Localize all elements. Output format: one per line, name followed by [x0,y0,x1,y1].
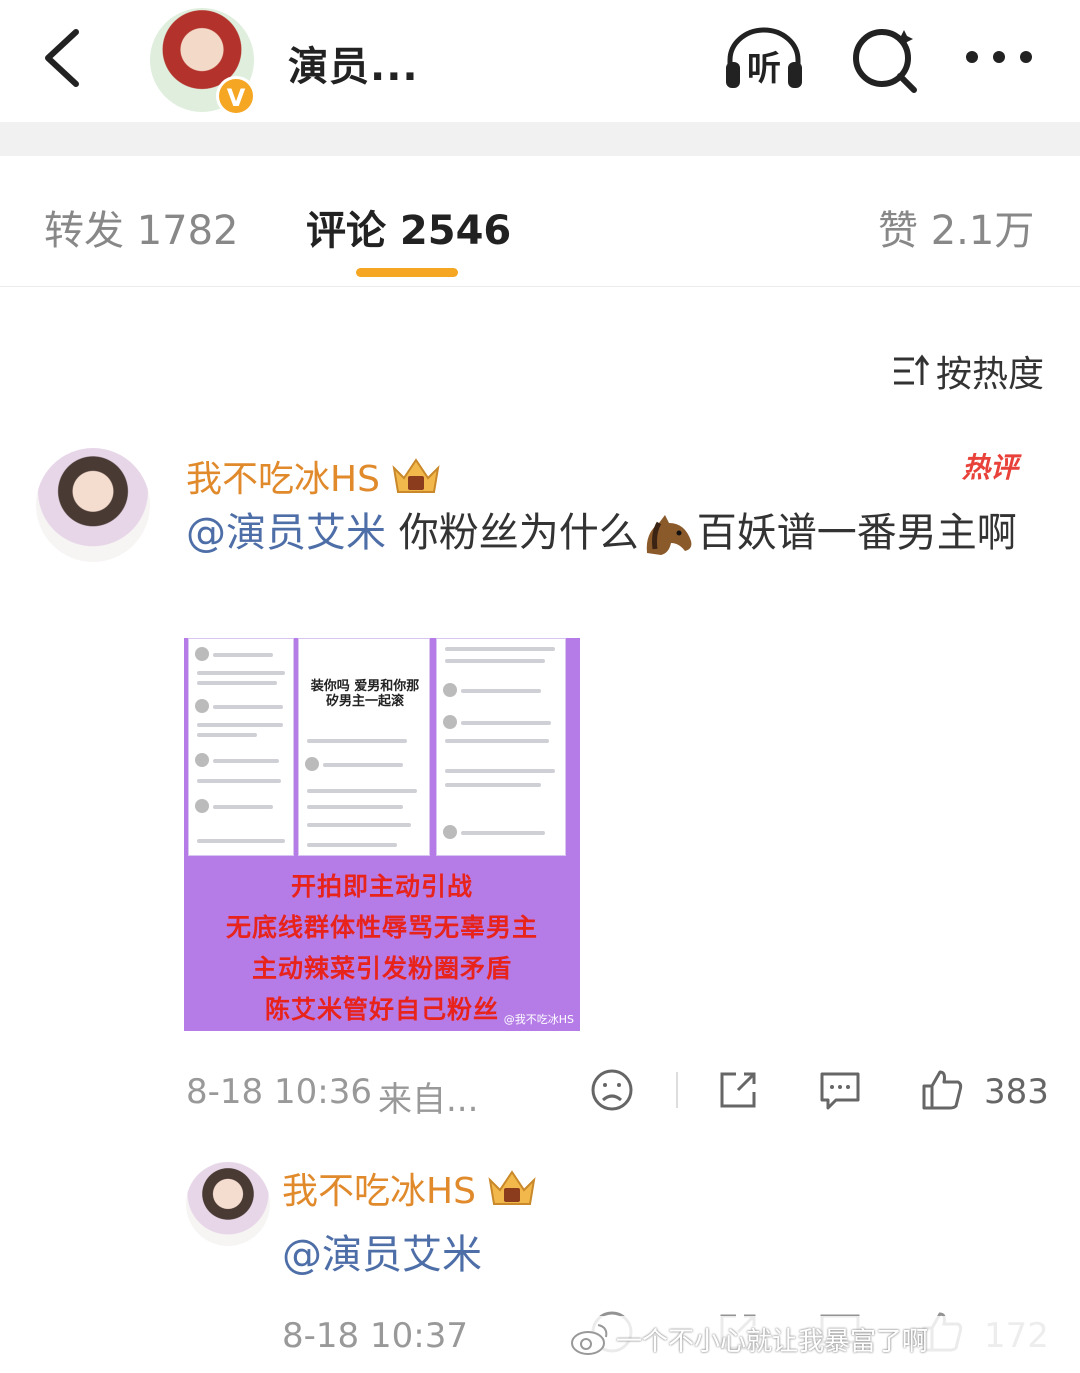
tab-likes[interactable]: 赞 2.1万 [878,198,1034,256]
screenshot-thumb-middle: 装你吗 爱男和你那 矽男主一起滚 [298,638,430,856]
dislike-icon[interactable] [590,1068,634,1112]
reply-username: 我不吃冰HS [282,1171,476,1212]
action-divider [676,1072,678,1108]
comment-icon[interactable] [818,1068,862,1112]
screenshot-thumb-left [188,638,294,856]
image-caption-line: 无底线群体性辱骂无辜男主 [225,913,538,942]
watermark-text: 一个不小心就让我暴富了啊 [616,1326,929,1357]
verified-badge-icon: V [216,76,256,116]
tab-comments[interactable]: 评论 2546 [306,198,511,256]
image-watermark: @我不吃冰HS [503,1013,574,1026]
image-caption: 开拍即主动引战 无底线群体性辱骂无辜男主 主动辣菜引发粉圈矛盾 陈艾米管好自己粉… [184,866,580,1030]
like-icon[interactable] [920,1068,964,1112]
like-count: 383 [984,1072,1049,1112]
search-icon[interactable] [850,24,920,94]
headphones-icon: 听 [726,27,802,89]
share-icon[interactable] [716,1068,760,1112]
weibo-logo-icon [571,1324,608,1355]
section-separator [0,122,1080,156]
active-tab-indicator [356,268,458,277]
tab-reposts[interactable]: 转发 1782 [44,198,239,256]
image-caption-line: 开拍即主动引战 [290,872,473,901]
sort-label: 按热度 [936,354,1045,395]
comment-text-part2: 百妖谱一番男主啊 [696,510,1017,556]
commenter-username: 我不吃冰HS [186,459,380,500]
commenter-name[interactable]: 我不吃冰HS [186,450,442,502]
crown-badge-icon [488,1170,536,1205]
reply-avatar[interactable] [186,1162,270,1246]
image-caption-line: 主动辣菜引发粉圈矛盾 [251,954,512,983]
comment-source: 来自... [378,1080,479,1120]
horse-emoji-icon [646,515,692,555]
more-options-icon[interactable] [962,42,1036,72]
tabs-divider [0,286,1080,287]
sort-icon [894,354,930,385]
comment-image[interactable]: 装你吗 爱男和你那 矽男主一起滚 开拍即主动引战 无底线群体性辱骂无辜男主 主动… [184,638,580,1031]
page-title: 演员... [288,44,419,90]
weibo-watermark: 一个不小心就让我暴富了啊 [570,1316,1076,1362]
sort-button[interactable]: 按热度 [892,345,1044,397]
comment-text-part1: 你粉丝为什么 [386,510,639,556]
mention-link[interactable]: @演员艾米 [186,510,386,556]
crown-badge-icon [392,458,440,493]
reply-name[interactable]: 我不吃冰HS [282,1162,538,1214]
comment-text: @演员艾米 你粉丝为什么 百妖谱一番男主啊 [186,504,1026,562]
screenshot-thumb-right [436,638,566,856]
listen-label: 听 [747,49,781,89]
commenter-avatar[interactable] [36,448,150,562]
comment-time: 8-18 10:36 [186,1072,372,1112]
listen-button[interactable]: 听 [722,26,806,90]
image-center-text: 装你吗 爱男和你那 矽男主一起滚 [310,679,420,709]
reply-time: 8-18 10:37 [282,1316,468,1356]
hot-comment-badge: 热评 [962,451,1019,484]
reply-text[interactable]: @演员艾米 [282,1222,482,1280]
back-arrow-icon[interactable] [38,26,98,90]
